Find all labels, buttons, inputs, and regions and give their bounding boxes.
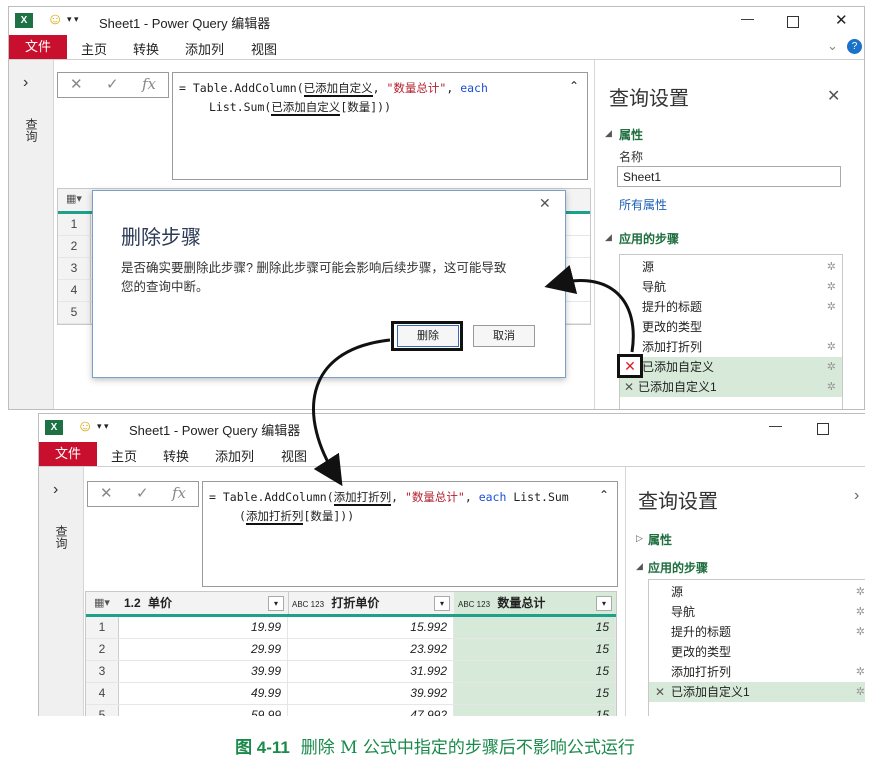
figure-caption-text: 删除 M 公式中指定的步骤后不影响公式运行 <box>300 738 635 758</box>
annotation-arrows <box>312 264 635 487</box>
figure-caption: 图 4-11 删除 M 公式中指定的步骤后不影响公式运行 <box>0 733 870 758</box>
arrow-to-dialog <box>544 264 635 353</box>
arrow-to-bottom-formula <box>312 338 391 487</box>
figure-label: 图 4-11 <box>235 738 290 757</box>
